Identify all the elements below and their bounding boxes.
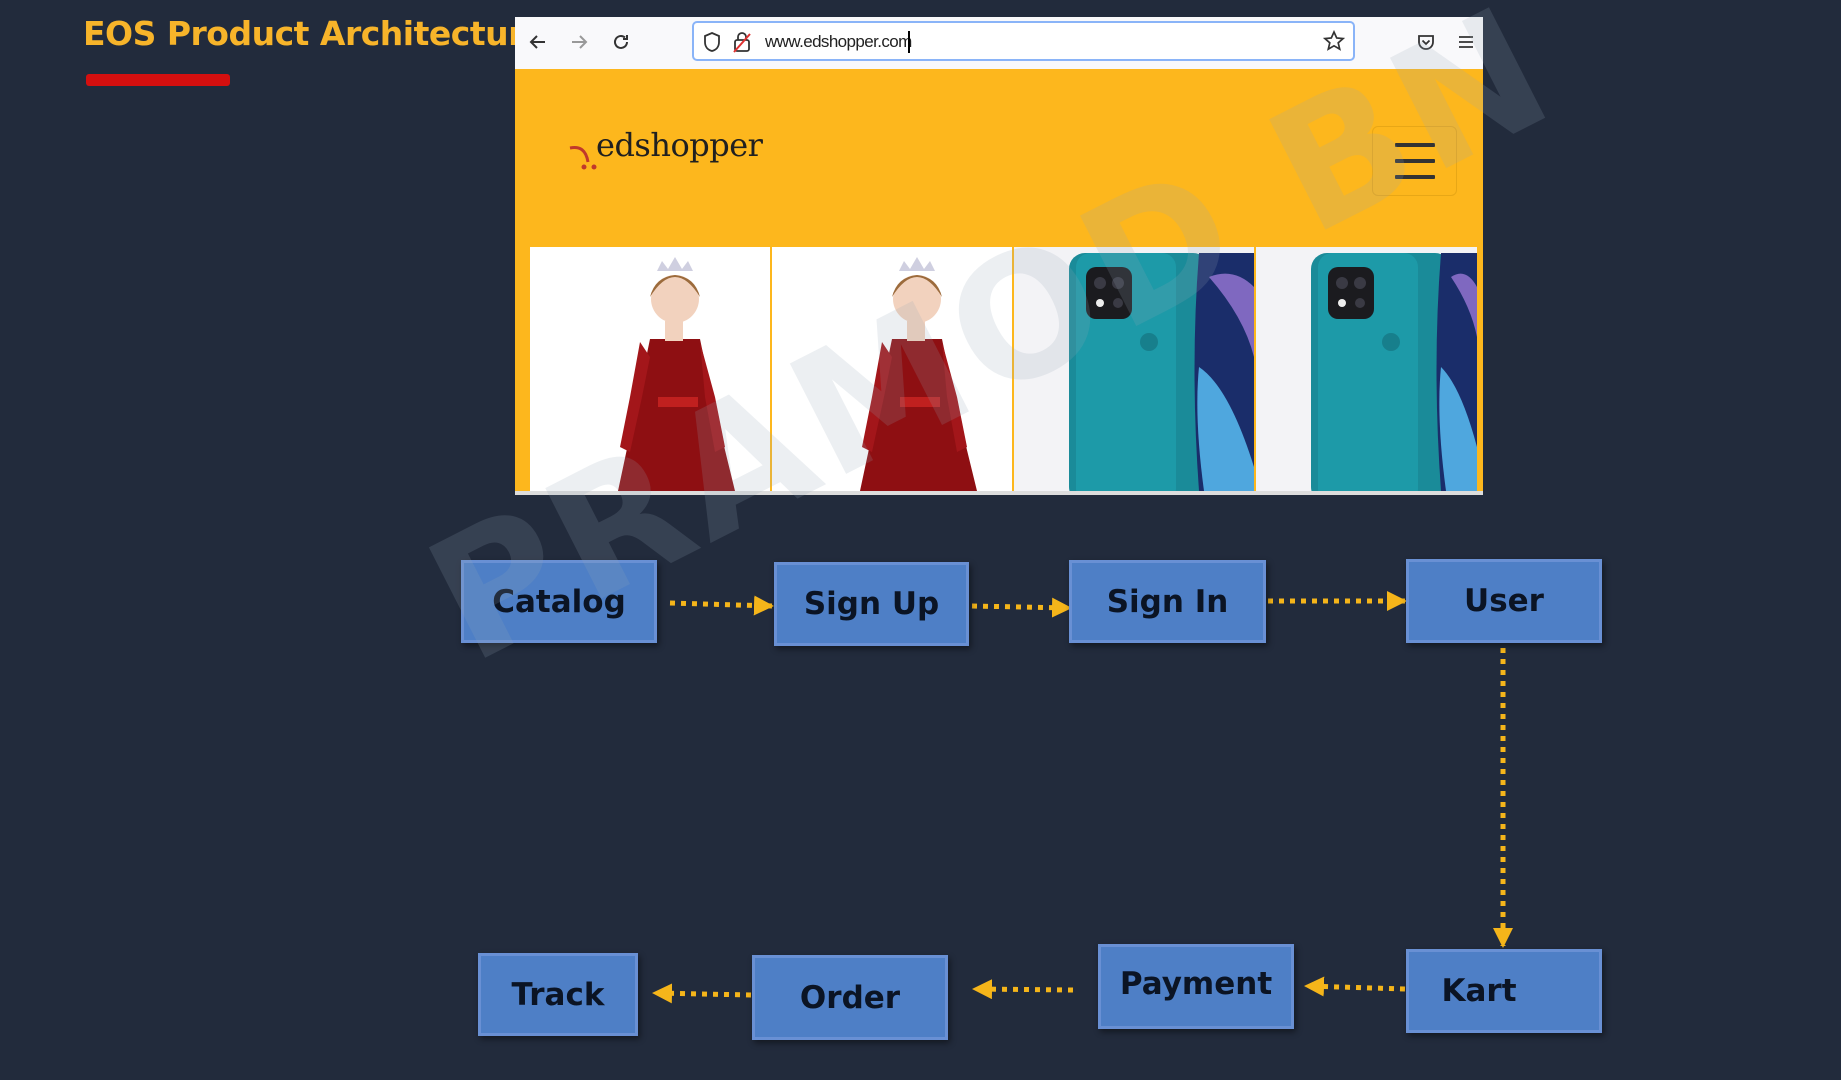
arrow-catalog-to-signup <box>669 595 774 616</box>
arrow-signup-to-signin <box>971 597 1072 618</box>
node-signup-label: Sign Up <box>803 586 940 622</box>
arrow-kart-to-payment <box>1304 976 1406 997</box>
flow-arrows <box>652 591 1513 1004</box>
node-payment-label: Payment <box>1119 965 1273 1002</box>
arrow-payment-to-order <box>972 979 1074 1000</box>
node-kart-label: Kart <box>1441 973 1517 1009</box>
node-signin: Sign In <box>1069 560 1266 643</box>
node-signup: Sign Up <box>774 562 969 646</box>
node-catalog: Catalog <box>461 560 657 643</box>
node-payment: Payment <box>1098 944 1294 1029</box>
arrow-order-to-track <box>652 983 752 1004</box>
node-signin-label: Sign In <box>1106 583 1229 620</box>
node-order-label: Order <box>799 979 901 1016</box>
node-track: Track <box>478 953 638 1036</box>
node-user-label: User <box>1464 583 1544 619</box>
node-track-label: Track <box>511 976 605 1013</box>
node-order: Order <box>752 955 948 1040</box>
node-catalog-label: Catalog <box>492 583 626 620</box>
node-user: User <box>1406 559 1602 643</box>
node-kart: Kart <box>1406 949 1602 1033</box>
